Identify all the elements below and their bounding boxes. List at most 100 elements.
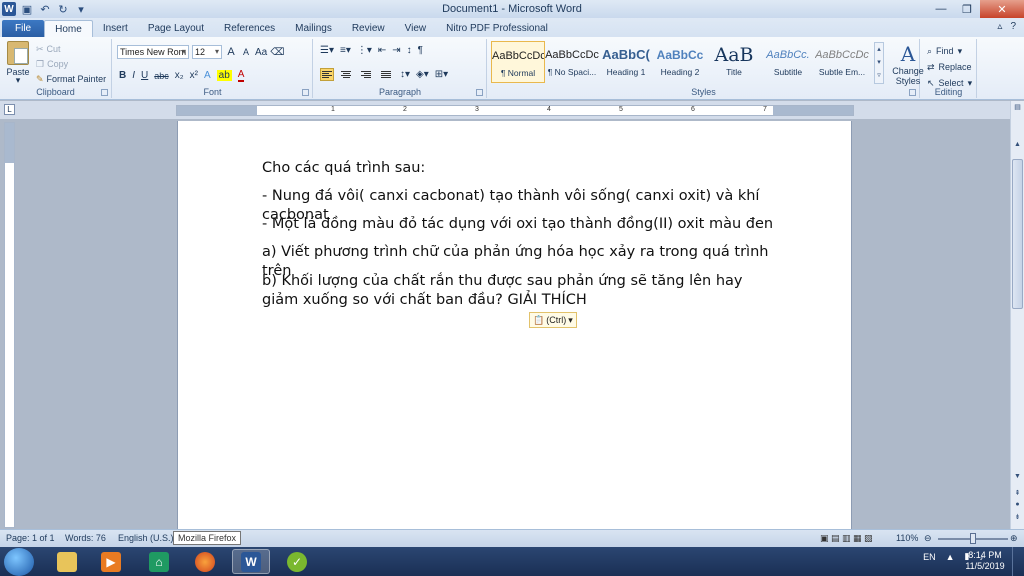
document-paragraph[interactable]: b) Khối lượng của chất rắn thu được sau … bbox=[262, 272, 762, 310]
page-count[interactable]: Page: 1 of 1 bbox=[6, 533, 55, 543]
change-case-button[interactable]: Aa bbox=[255, 47, 267, 58]
increase-indent-icon[interactable]: ⇥ bbox=[392, 45, 400, 56]
zoom-level[interactable]: 110% bbox=[896, 533, 918, 543]
tab-references[interactable]: References bbox=[214, 20, 285, 37]
justify-icon[interactable] bbox=[380, 68, 394, 81]
numbering-icon[interactable]: ≡▾ bbox=[340, 45, 351, 56]
tab-page-layout[interactable]: Page Layout bbox=[138, 20, 214, 37]
document-paragraph[interactable]: - Một lá đồng màu đỏ tác dụng với oxi tạ… bbox=[262, 215, 782, 234]
shrink-font-button[interactable]: A bbox=[240, 47, 252, 57]
superscript-button[interactable]: x² bbox=[190, 70, 198, 81]
highlight-icon[interactable]: ab bbox=[216, 70, 232, 81]
taskbar-firefox[interactable] bbox=[186, 549, 224, 574]
font-name-combo[interactable]: Times New Rom bbox=[117, 45, 189, 59]
paste-options-button[interactable]: 📋 (Ctrl) ▾ bbox=[529, 312, 577, 328]
word-count[interactable]: Words: 76 bbox=[65, 533, 106, 543]
cut-button[interactable]: ✂ Cut bbox=[36, 42, 106, 57]
paste-button[interactable]: Paste ▾ bbox=[4, 41, 32, 86]
tray-expand-icon[interactable]: ▲ bbox=[946, 552, 955, 562]
clear-formatting-icon[interactable]: ⌫ bbox=[270, 47, 284, 58]
zoom-slider-knob[interactable] bbox=[970, 533, 976, 544]
save-icon[interactable]: ▣ bbox=[20, 3, 34, 16]
minimize-ribbon-icon[interactable]: ▵ bbox=[997, 21, 1002, 32]
shading-icon[interactable]: ◈▾ bbox=[416, 69, 429, 80]
taskbar-word[interactable]: W bbox=[232, 549, 270, 574]
redo-icon[interactable]: ↻ bbox=[56, 3, 70, 16]
format-painter-button[interactable]: ✎ Format Painter bbox=[36, 72, 106, 87]
scroll-thumb[interactable] bbox=[1012, 159, 1023, 309]
dialog-launcher-icon[interactable] bbox=[302, 89, 309, 96]
tab-view[interactable]: View bbox=[395, 20, 437, 37]
style-subtle-emphasis[interactable]: AaBbCcDc Subtle Em... bbox=[815, 41, 869, 83]
next-page-icon[interactable]: ⇟ bbox=[1012, 513, 1023, 525]
dialog-launcher-icon[interactable] bbox=[101, 89, 108, 96]
subscript-button[interactable]: x₂ bbox=[175, 70, 184, 81]
style-normal[interactable]: AaBbCcDc ¶ Normal bbox=[491, 41, 545, 83]
zoom-in-icon[interactable]: ⊕ bbox=[1010, 533, 1018, 544]
customize-icon[interactable]: ▾ bbox=[74, 3, 88, 16]
select-browse-icon[interactable]: ● bbox=[1012, 501, 1023, 513]
tab-nitro-pdf[interactable]: Nitro PDF Professional bbox=[436, 20, 558, 37]
dialog-launcher-icon[interactable] bbox=[909, 89, 916, 96]
ruler-toggle-icon[interactable]: ▤ bbox=[1012, 103, 1023, 115]
clock[interactable]: 8:14 PM 11/5/2019 bbox=[961, 550, 1009, 572]
dialog-launcher-icon[interactable] bbox=[476, 89, 483, 96]
horizontal-ruler[interactable]: 1 2 3 4 5 6 7 bbox=[176, 105, 854, 116]
tab-review[interactable]: Review bbox=[342, 20, 395, 37]
language-bar[interactable]: EN bbox=[923, 552, 936, 562]
borders-icon[interactable]: ⊞▾ bbox=[435, 69, 448, 80]
style-subtitle[interactable]: AaBbCc. Subtitle bbox=[761, 41, 815, 83]
help-icon[interactable]: ? bbox=[1010, 21, 1016, 32]
word-logo-icon[interactable]: W bbox=[2, 2, 16, 16]
replace-button[interactable]: ⇄ Replace bbox=[927, 59, 972, 75]
style-heading-2[interactable]: AaBbCc Heading 2 bbox=[653, 41, 707, 83]
grow-font-button[interactable]: A bbox=[225, 46, 237, 58]
tab-selector[interactable]: L bbox=[4, 104, 15, 115]
vertical-ruler[interactable] bbox=[4, 122, 15, 528]
text-effects-icon[interactable]: A bbox=[204, 70, 211, 81]
font-color-icon[interactable]: A bbox=[237, 69, 245, 82]
styles-scroll[interactable]: ▴ ▾ ▿ bbox=[874, 42, 884, 84]
scroll-up-icon[interactable]: ▲ bbox=[1012, 141, 1023, 153]
taskbar-explorer[interactable] bbox=[48, 549, 86, 574]
taskbar-app-lime[interactable]: ✓ bbox=[278, 549, 316, 574]
show-marks-button[interactable]: ¶ bbox=[418, 45, 423, 56]
italic-button[interactable]: I bbox=[132, 70, 135, 81]
document-page[interactable]: Cho các quá trình sau: - Nung đá vôi( ca… bbox=[177, 121, 852, 531]
undo-icon[interactable]: ↶ bbox=[38, 3, 52, 16]
sort-icon[interactable]: ↕ bbox=[407, 45, 412, 56]
previous-page-icon[interactable]: ⇞ bbox=[1012, 489, 1023, 501]
underline-button[interactable]: U bbox=[141, 70, 148, 81]
language-indicator[interactable]: English (U.S.) bbox=[118, 533, 174, 543]
show-desktop-button[interactable] bbox=[1012, 547, 1024, 576]
zoom-out-icon[interactable]: ⊖ bbox=[924, 533, 932, 544]
bullets-icon[interactable]: ☰▾ bbox=[320, 45, 334, 56]
document-paragraph[interactable]: Cho các quá trình sau: bbox=[262, 159, 782, 178]
align-left-icon[interactable] bbox=[320, 68, 334, 81]
font-size-combo[interactable]: 12 bbox=[192, 45, 222, 59]
decrease-indent-icon[interactable]: ⇤ bbox=[378, 45, 386, 56]
align-right-icon[interactable] bbox=[360, 68, 374, 81]
line-spacing-icon[interactable]: ↕▾ bbox=[400, 69, 410, 80]
start-button[interactable] bbox=[4, 548, 34, 576]
multilevel-list-icon[interactable]: ⋮▾ bbox=[357, 45, 372, 56]
style-heading-1[interactable]: AaBbC( Heading 1 bbox=[599, 41, 653, 83]
copy-button[interactable]: ❐ Copy bbox=[36, 57, 106, 72]
tab-file[interactable]: File bbox=[2, 20, 45, 37]
style-title[interactable]: AaB Title bbox=[707, 41, 761, 83]
tab-home[interactable]: Home bbox=[44, 20, 93, 37]
strikethrough-button[interactable]: abc bbox=[154, 71, 169, 81]
minimize-icon[interactable]: — bbox=[928, 0, 954, 18]
view-buttons-icon[interactable]: ▣ ▤ ▥ ▦ ▧ bbox=[820, 533, 873, 544]
align-center-icon[interactable] bbox=[340, 68, 354, 81]
vertical-scrollbar[interactable]: ▤ ▲ ▼ ⇞ ● ⇟ bbox=[1010, 101, 1024, 529]
tab-insert[interactable]: Insert bbox=[93, 20, 138, 37]
bold-button[interactable]: B bbox=[119, 70, 126, 81]
tab-mailings[interactable]: Mailings bbox=[285, 20, 342, 37]
find-button[interactable]: ⌕ Find ▾ bbox=[927, 43, 972, 59]
taskbar-media-player[interactable]: ▶ bbox=[92, 549, 130, 574]
style-no-spacing[interactable]: AaBbCcDc ¶ No Spaci... bbox=[545, 41, 599, 83]
close-icon[interactable]: ✕ bbox=[980, 0, 1024, 18]
maximize-icon[interactable]: ❐ bbox=[954, 0, 980, 18]
taskbar-app-green[interactable]: ⌂ bbox=[140, 549, 178, 574]
